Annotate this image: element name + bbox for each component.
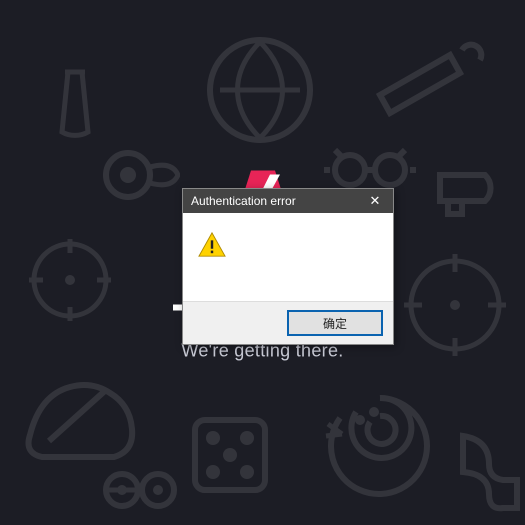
close-icon: ✕ — [370, 193, 381, 209]
warning-icon — [197, 231, 227, 259]
error-dialog: Authentication error ✕ 确定 — [182, 188, 394, 345]
close-button[interactable]: ✕ — [361, 191, 389, 211]
dialog-title: Authentication error — [191, 194, 296, 208]
dialog-footer: 确定 — [183, 301, 393, 344]
dialog-body — [183, 213, 393, 301]
ok-button[interactable]: 确定 — [287, 310, 383, 336]
dialog-titlebar[interactable]: Authentication error ✕ — [183, 189, 393, 213]
